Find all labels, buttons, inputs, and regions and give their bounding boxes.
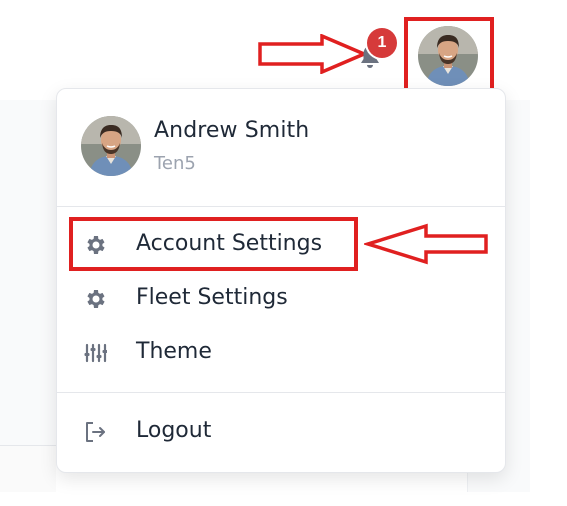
divider xyxy=(57,392,505,393)
background-panel xyxy=(0,446,56,492)
menu-item-label: Fleet Settings xyxy=(136,285,288,310)
user-dropdown-menu: Andrew Smith Ten5 Account Settings Fleet… xyxy=(56,88,506,473)
menu-item-label: Theme xyxy=(136,339,212,364)
menu-item-theme[interactable]: Theme xyxy=(57,326,505,380)
menu-item-fleet-settings[interactable]: Fleet Settings xyxy=(57,272,505,326)
profile-section: Andrew Smith Ten5 xyxy=(57,89,505,207)
divider xyxy=(57,206,505,207)
notification-badge: 1 xyxy=(367,28,397,58)
gear-icon xyxy=(87,290,105,308)
background-panel xyxy=(0,100,60,446)
annotation-arrow-right xyxy=(258,34,368,74)
menu-item-logout[interactable]: Logout xyxy=(57,405,505,459)
logout-icon xyxy=(86,422,105,442)
avatar xyxy=(81,116,141,176)
annotation-highlight-avatar xyxy=(404,17,494,96)
sliders-icon xyxy=(84,343,107,363)
annotation-arrow-left xyxy=(364,223,488,265)
annotation-highlight-account-settings xyxy=(69,217,358,271)
avatar-photo xyxy=(81,116,141,176)
profile-organization: Ten5 xyxy=(154,153,196,174)
menu-item-label: Logout xyxy=(136,418,212,443)
profile-name: Andrew Smith xyxy=(154,118,310,143)
